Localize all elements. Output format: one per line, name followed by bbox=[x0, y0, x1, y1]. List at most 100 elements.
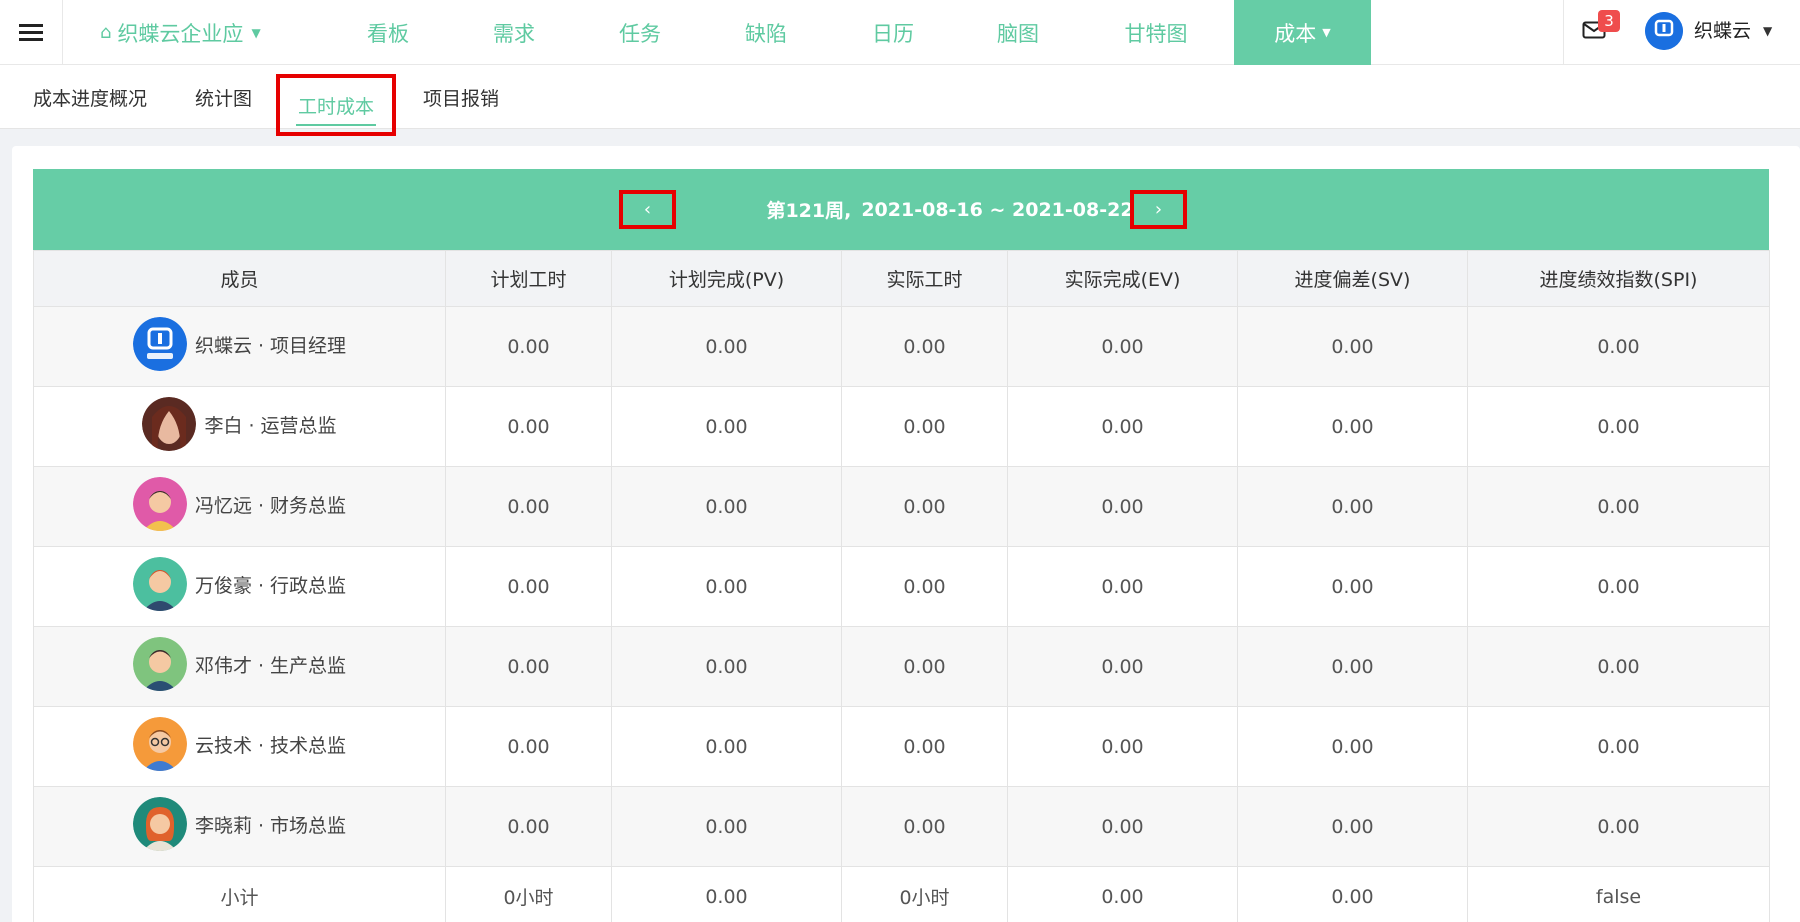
member: 李白 · 运营总监 bbox=[142, 397, 337, 451]
table-cell: 0.00 bbox=[1007, 306, 1238, 387]
member: 万俊豪 · 行政总监 bbox=[132, 557, 346, 611]
table-cell: 0.00 bbox=[1237, 706, 1468, 787]
subtotal-cell: 0.00 bbox=[1007, 866, 1238, 922]
table-cell: 0.00 bbox=[445, 706, 612, 787]
table-cell: 0.00 bbox=[611, 626, 842, 707]
table-cell: 0.00 bbox=[445, 786, 612, 867]
avatar bbox=[132, 557, 187, 611]
table-cell: 0.00 bbox=[1237, 786, 1468, 867]
table-cell: 0.00 bbox=[841, 306, 1008, 387]
col-pv: 计划完成(PV) bbox=[611, 250, 842, 307]
subtotal-label: 小计 bbox=[33, 866, 446, 922]
member-name: 织蝶云 · 项目经理 bbox=[194, 334, 347, 357]
hour-cost-table: 成员 计划工时 计划完成(PV) 实际工时 实际完成(EV) 进度偏差(SV) … bbox=[33, 250, 1770, 922]
table-cell: 0.00 bbox=[1237, 306, 1468, 387]
avatar bbox=[142, 397, 197, 451]
table-cell: 0.00 bbox=[1467, 546, 1770, 627]
subtotal-cell: 0.00 bbox=[1237, 866, 1468, 922]
table-cell: 0.00 bbox=[1007, 466, 1238, 547]
table-cell: 0.00 bbox=[1007, 626, 1238, 707]
week-range: 2021-08-16 ~ 2021-08-22 bbox=[861, 198, 1134, 221]
project-switcher[interactable]: ⌂ 织蝶云企业应 ▼ bbox=[100, 0, 261, 65]
table-cell: 0.00 bbox=[445, 466, 612, 547]
table-cell: 0.00 bbox=[611, 546, 842, 627]
table-row: 李晓莉 · 市场总监 0.00 0.00 0.00 0.00 0.00 0.00 bbox=[33, 786, 1770, 867]
subtotal-cell: false bbox=[1467, 866, 1770, 922]
nav-cost[interactable]: 成本 ▼ bbox=[1234, 0, 1371, 65]
member-cell: 李晓莉 · 市场总监 bbox=[33, 786, 446, 867]
avatar bbox=[132, 477, 187, 531]
member-name: 冯忆远 · 财务总监 bbox=[194, 494, 347, 517]
next-week-button[interactable]: › bbox=[1130, 190, 1187, 229]
tab-cost-overview[interactable]: 成本进度概况 bbox=[33, 65, 147, 129]
col-ev: 实际完成(EV) bbox=[1007, 250, 1238, 307]
table-cell: 0.00 bbox=[1007, 706, 1238, 787]
avatar bbox=[132, 317, 187, 371]
table-cell: 0.00 bbox=[1007, 386, 1238, 467]
table-cell: 0.00 bbox=[611, 466, 842, 547]
table-cell: 0.00 bbox=[1467, 466, 1770, 547]
nav-mindmap[interactable]: 脑图 bbox=[982, 0, 1054, 65]
nav-kanban[interactable]: 看板 bbox=[352, 0, 424, 65]
divider bbox=[1563, 0, 1564, 65]
project-name: 织蝶云企业应 bbox=[117, 21, 244, 46]
member-name: 李白 · 运营总监 bbox=[204, 414, 337, 437]
top-navbar: ⌂ 织蝶云企业应 ▼ 看板 需求 任务 缺陷 日历 脑图 甘特图 成本 ▼ 3 … bbox=[0, 0, 1800, 65]
col-actual-hours: 实际工时 bbox=[841, 250, 1008, 307]
col-member: 成员 bbox=[33, 250, 446, 307]
subtotal-cell: 0小时 bbox=[841, 866, 1008, 922]
table-cell: 0.00 bbox=[611, 306, 842, 387]
table-header-row: 成员 计划工时 计划完成(PV) 实际工时 实际完成(EV) 进度偏差(SV) … bbox=[33, 250, 1770, 307]
tab-statistics[interactable]: 统计图 bbox=[195, 65, 252, 129]
avatar bbox=[132, 637, 187, 691]
user-avatar[interactable] bbox=[1645, 12, 1683, 50]
table-cell: 0.00 bbox=[611, 786, 842, 867]
user-name[interactable]: 织蝶云 bbox=[1694, 0, 1751, 58]
subtotal-cell: 0.00 bbox=[611, 866, 842, 922]
table-cell: 0.00 bbox=[841, 386, 1008, 467]
chevron-down-icon[interactable]: ▼ bbox=[1763, 24, 1772, 38]
tab-project-expense[interactable]: 项目报销 bbox=[423, 65, 499, 129]
nav-tasks[interactable]: 任务 bbox=[604, 0, 676, 65]
week-label: 第121周, 2021-08-16 ~ 2021-08-22 bbox=[700, 169, 1200, 250]
table-cell: 0.00 bbox=[841, 626, 1008, 707]
table-cell: 0.00 bbox=[1467, 786, 1770, 867]
table-cell: 0.00 bbox=[445, 306, 612, 387]
table-cell: 0.00 bbox=[445, 626, 612, 707]
table-cell: 0.00 bbox=[1467, 386, 1770, 467]
subtotal-row: 小计 0小时 0.00 0小时 0.00 0.00 false bbox=[33, 866, 1770, 922]
home-icon: ⌂ bbox=[100, 22, 112, 43]
table-cell: 0.00 bbox=[1467, 306, 1770, 387]
table-cell: 0.00 bbox=[841, 786, 1008, 867]
member-cell: 万俊豪 · 行政总监 bbox=[33, 546, 446, 627]
table-cell: 0.00 bbox=[1467, 706, 1770, 787]
table-cell: 0.00 bbox=[841, 466, 1008, 547]
member-cell: 邓伟才 · 生产总监 bbox=[33, 626, 446, 707]
prev-week-button[interactable]: ‹ bbox=[619, 190, 676, 229]
table-cell: 0.00 bbox=[1467, 626, 1770, 707]
member: 冯忆远 · 财务总监 bbox=[132, 477, 347, 531]
table-cell: 0.00 bbox=[841, 706, 1008, 787]
table-row: 邓伟才 · 生产总监 0.00 0.00 0.00 0.00 0.00 0.00 bbox=[33, 626, 1770, 707]
member-name: 云技术 · 技术总监 bbox=[194, 734, 347, 757]
member: 邓伟才 · 生产总监 bbox=[132, 637, 347, 691]
nav-bugs[interactable]: 缺陷 bbox=[730, 0, 802, 65]
table-cell: 0.00 bbox=[1237, 466, 1468, 547]
menu-icon[interactable] bbox=[0, 0, 63, 65]
tab-hour-cost[interactable]: 工时成本 bbox=[276, 74, 396, 136]
member: 云技术 · 技术总监 bbox=[132, 717, 347, 771]
nav-gantt[interactable]: 甘特图 bbox=[1108, 0, 1204, 65]
table-cell: 0.00 bbox=[1007, 786, 1238, 867]
member-cell: 李白 · 运营总监 bbox=[33, 386, 446, 467]
nav-calendar[interactable]: 日历 bbox=[857, 0, 929, 65]
col-planned-hours: 计划工时 bbox=[445, 250, 612, 307]
chevron-down-icon: ▼ bbox=[1322, 26, 1331, 39]
chevron-down-icon: ▼ bbox=[251, 25, 261, 40]
table-cell: 0.00 bbox=[445, 386, 612, 467]
table-cell: 0.00 bbox=[1237, 626, 1468, 707]
table-row: 李白 · 运营总监 0.00 0.00 0.00 0.00 0.00 0.00 bbox=[33, 386, 1770, 467]
notification-badge: 3 bbox=[1598, 10, 1620, 32]
nav-cost-label: 成本 bbox=[1274, 21, 1317, 46]
member-name: 邓伟才 · 生产总监 bbox=[194, 654, 347, 677]
nav-requirements[interactable]: 需求 bbox=[478, 0, 550, 65]
